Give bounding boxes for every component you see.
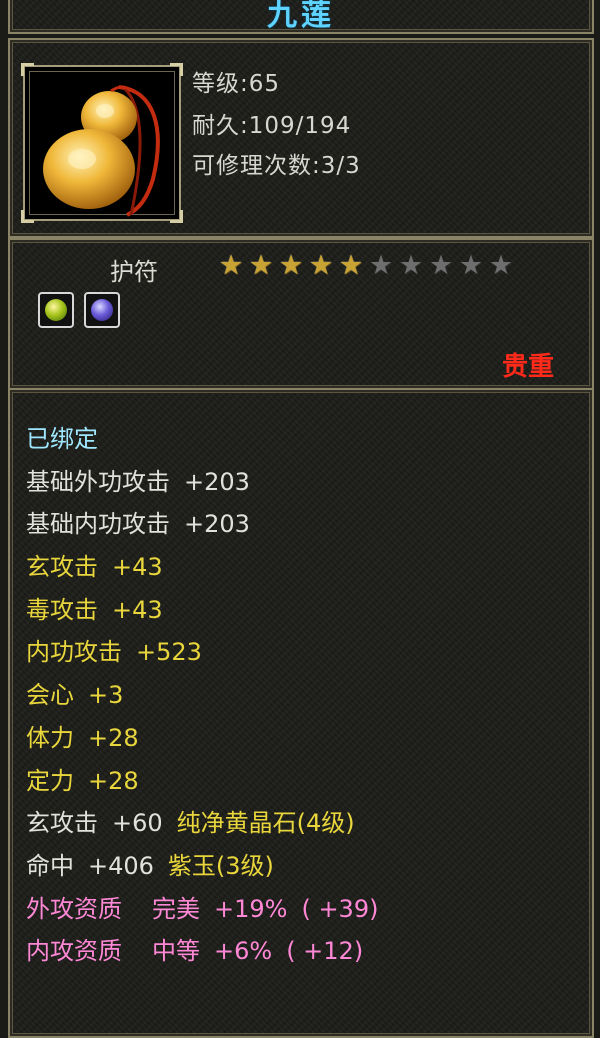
attr-value: +28: [88, 766, 139, 795]
attr-label: 基础外功攻击: [26, 467, 170, 496]
attr-value: +406: [88, 851, 154, 880]
rarity-label: 贵重: [501, 352, 554, 382]
attr-value: +28: [88, 723, 139, 752]
attr-label: 命中: [26, 851, 74, 880]
attr-label: 玄攻击: [26, 553, 98, 582]
gem-name: 纯净黄晶石(4级): [176, 809, 355, 838]
purple-gem-icon[interactable]: [84, 292, 120, 328]
type-panel: 护符 ★ ★ ★ ★ ★ ★ ★ ★ ★ ★ 贵重: [8, 238, 594, 390]
quality-row: 外攻资质 完美 +19% ( +39): [26, 888, 378, 931]
gem-attr-row: 命中 +406 紫玉(3级): [26, 845, 378, 888]
attr-row: 定力 +28: [26, 760, 378, 803]
attr-row: 基础外功攻击 +203: [26, 461, 378, 504]
star-filled-icon: ★: [308, 250, 334, 281]
item-level: 等级:65: [192, 71, 281, 97]
item-durability: 耐久:109/194: [192, 113, 352, 139]
gem-attr-row: 玄攻击 +60 纯净黄晶石(4级): [26, 802, 378, 845]
attr-value: +43: [112, 595, 163, 624]
title-panel: 九莲: [8, 0, 594, 34]
star-filled-icon: ★: [338, 250, 364, 281]
quality-percent: +19%: [214, 894, 288, 923]
attr-label: 体力: [26, 723, 74, 752]
item-icon-frame: [21, 63, 183, 223]
attr-label: 毒攻击: [26, 595, 98, 624]
quality-grade: 完美: [152, 894, 200, 923]
item-type: 护符: [110, 258, 158, 286]
attr-value: +203: [184, 467, 250, 496]
star-filled-icon: ★: [218, 250, 244, 281]
star-empty-icon: ★: [488, 250, 514, 281]
star-empty-icon: ★: [398, 250, 424, 281]
quality-label: 内攻资质: [26, 937, 122, 966]
attr-row: 毒攻击 +43: [26, 589, 378, 632]
attr-row: 内功攻击 +523: [26, 631, 378, 674]
attr-value: +3: [88, 681, 124, 710]
quality-bonus: ( +39): [301, 894, 379, 923]
star-empty-icon: ★: [428, 250, 454, 281]
star-rating: ★ ★ ★ ★ ★ ★ ★ ★ ★ ★: [218, 252, 514, 280]
quality-percent: +6%: [214, 937, 273, 966]
star-empty-icon: ★: [458, 250, 484, 281]
item-name: 九莲: [267, 0, 335, 33]
attr-row: 体力 +28: [26, 717, 378, 760]
gourd-amulet-icon: [43, 85, 160, 217]
attributes-panel: 已绑定 基础外功攻击 +203 基础内功攻击 +203 玄攻击 +43 毒攻击 +43 …: [8, 388, 594, 1038]
attr-row: 会心 +3: [26, 674, 378, 717]
attr-value: +523: [136, 638, 202, 667]
quality-label: 外攻资质: [26, 894, 122, 923]
star-filled-icon: ★: [248, 250, 274, 281]
attr-value: +203: [184, 510, 250, 539]
attr-row: 基础内功攻击 +203: [26, 503, 378, 546]
info-panel: 等级:65 耐久:109/194 可修理次数:3/3: [8, 38, 594, 238]
attr-value: +43: [112, 553, 163, 582]
attr-label: 玄攻击: [26, 809, 98, 838]
attr-label: 定力: [26, 766, 74, 795]
attr-value: +60: [112, 809, 163, 838]
quality-bonus: ( +12): [286, 937, 364, 966]
attr-label: 内功攻击: [26, 638, 122, 667]
yellow-green-gem-icon[interactable]: [38, 292, 74, 328]
star-empty-icon: ★: [368, 250, 394, 281]
quality-grade: 中等: [152, 937, 200, 966]
quality-row: 内攻资质 中等 +6% ( +12): [26, 930, 378, 973]
attr-label: 会心: [26, 681, 74, 710]
item-repair-count: 可修理次数:3/3: [192, 153, 361, 179]
bound-status: 已绑定: [26, 425, 98, 453]
gem-name: 紫玉(3级): [167, 851, 274, 880]
star-filled-icon: ★: [278, 250, 304, 281]
attr-label: 基础内功攻击: [26, 510, 170, 539]
attr-row: 玄攻击 +43: [26, 546, 378, 589]
